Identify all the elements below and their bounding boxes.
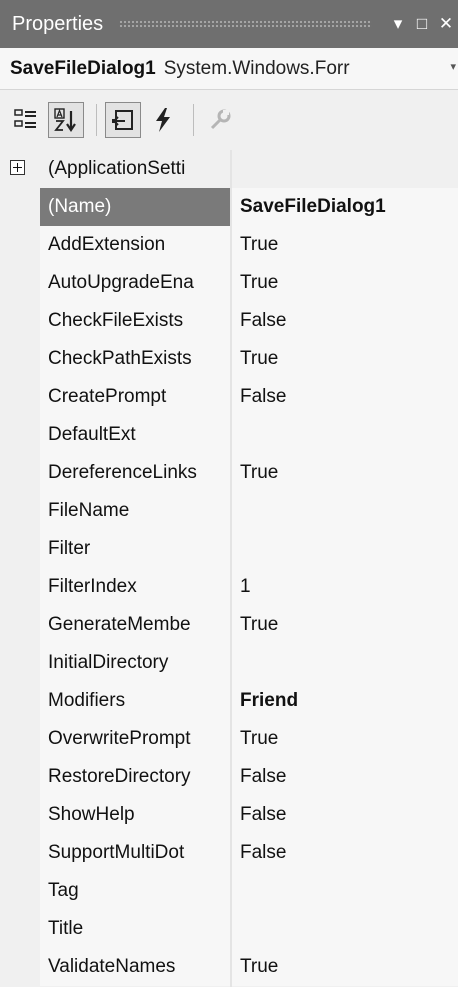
property-row[interactable]: ValidateNames True	[0, 948, 458, 986]
property-value[interactable]	[232, 910, 458, 948]
property-row[interactable]: Tag	[0, 872, 458, 910]
property-row[interactable]: FileName	[0, 492, 458, 530]
property-value[interactable]: False	[232, 758, 458, 796]
property-name[interactable]: ShowHelp	[40, 796, 230, 834]
property-value[interactable]: False	[232, 834, 458, 872]
property-value[interactable]: True	[232, 264, 458, 302]
property-name[interactable]: Tag	[40, 872, 230, 910]
toolbar-separator	[96, 104, 97, 136]
property-row[interactable]: AutoUpgradeEna True	[0, 264, 458, 302]
property-value[interactable]: True	[232, 606, 458, 644]
property-value[interactable]	[232, 872, 458, 910]
chevron-down-icon[interactable]: ▾	[450, 60, 456, 73]
property-name[interactable]: RestoreDirectory	[40, 758, 230, 796]
property-name[interactable]: Filter	[40, 530, 230, 568]
object-selector[interactable]: SaveFileDialog1 System.Windows.Forr ▾	[0, 48, 458, 90]
properties-toolbar	[0, 90, 458, 150]
property-value[interactable]: True	[232, 454, 458, 492]
property-value[interactable]	[232, 416, 458, 454]
property-row[interactable]: OverwritePrompt True	[0, 720, 458, 758]
window-titlebar: Properties ▾ □ ✕	[0, 0, 458, 48]
property-value[interactable]: SaveFileDialog1	[232, 188, 458, 226]
property-name[interactable]: SupportMultiDot	[40, 834, 230, 872]
maximize-icon[interactable]: □	[410, 12, 434, 36]
property-name[interactable]: Modifiers	[40, 682, 230, 720]
property-value[interactable]: False	[232, 378, 458, 416]
property-name[interactable]: InitialDirectory	[40, 644, 230, 682]
property-value[interactable]	[232, 644, 458, 682]
property-name[interactable]: AddExtension	[40, 226, 230, 264]
events-icon[interactable]	[145, 102, 181, 138]
property-value[interactable]: True	[232, 720, 458, 758]
toolbar-separator	[193, 104, 194, 136]
properties-icon[interactable]	[105, 102, 141, 138]
property-value[interactable]: True	[232, 226, 458, 264]
property-grid: (ApplicationSetti (Name) SaveFileDialog1 A…	[0, 150, 458, 987]
property-row[interactable]: Filter	[0, 530, 458, 568]
property-name[interactable]: FileName	[40, 492, 230, 530]
property-value[interactable]: True	[232, 340, 458, 378]
property-row[interactable]: RestoreDirectory False	[0, 758, 458, 796]
property-row[interactable]: Modifiers Friend	[0, 682, 458, 720]
close-icon[interactable]: ✕	[434, 12, 458, 36]
property-row[interactable]: DefaultExt	[0, 416, 458, 454]
property-name[interactable]: (Name)	[40, 188, 230, 226]
property-name[interactable]: AutoUpgradeEna	[40, 264, 230, 302]
property-row[interactable]: ShowHelp False	[0, 796, 458, 834]
property-value[interactable]: Friend	[232, 682, 458, 720]
window-position-dropdown-icon[interactable]: ▾	[386, 12, 410, 36]
category-row[interactable]: (ApplicationSetti	[0, 150, 458, 188]
property-row[interactable]: GenerateMembe True	[0, 606, 458, 644]
property-name[interactable]: GenerateMembe	[40, 606, 230, 644]
expand-icon[interactable]	[10, 160, 25, 175]
object-name: SaveFileDialog1	[10, 57, 156, 79]
property-row[interactable]: CheckFileExists False	[0, 302, 458, 340]
property-value[interactable]	[232, 492, 458, 530]
property-pages-icon	[202, 102, 238, 138]
property-row[interactable]: DereferenceLinks True	[0, 454, 458, 492]
window-title: Properties	[12, 12, 104, 35]
categorized-icon[interactable]	[8, 102, 44, 138]
property-value[interactable]: False	[232, 302, 458, 340]
property-name[interactable]: OverwritePrompt	[40, 720, 230, 758]
property-name[interactable]: FilterIndex	[40, 568, 230, 606]
property-row[interactable]: InitialDirectory	[0, 644, 458, 682]
drag-grip[interactable]	[119, 20, 372, 28]
property-value[interactable]	[232, 530, 458, 568]
property-row[interactable]: CreatePrompt False	[0, 378, 458, 416]
property-row[interactable]: (Name) SaveFileDialog1	[0, 188, 458, 226]
property-row[interactable]: FilterIndex 1	[0, 568, 458, 606]
property-row[interactable]: Title	[0, 910, 458, 948]
category-label: (ApplicationSetti	[48, 158, 186, 179]
property-name[interactable]: DereferenceLinks	[40, 454, 230, 492]
property-value[interactable]: 1	[232, 568, 458, 606]
alphabetical-icon[interactable]	[48, 102, 84, 138]
property-name[interactable]: CheckPathExists	[40, 340, 230, 378]
object-type: System.Windows.Forr	[163, 57, 350, 79]
property-row[interactable]: AddExtension True	[0, 226, 458, 264]
property-name[interactable]: Title	[40, 910, 230, 948]
property-row[interactable]: CheckPathExists True	[0, 340, 458, 378]
property-name[interactable]: CreatePrompt	[40, 378, 230, 416]
property-name[interactable]: CheckFileExists	[40, 302, 230, 340]
property-value[interactable]: True	[232, 948, 458, 986]
property-row[interactable]: SupportMultiDot False	[0, 834, 458, 872]
property-value[interactable]: False	[232, 796, 458, 834]
property-name[interactable]: ValidateNames	[40, 948, 230, 986]
property-name[interactable]: DefaultExt	[40, 416, 230, 454]
